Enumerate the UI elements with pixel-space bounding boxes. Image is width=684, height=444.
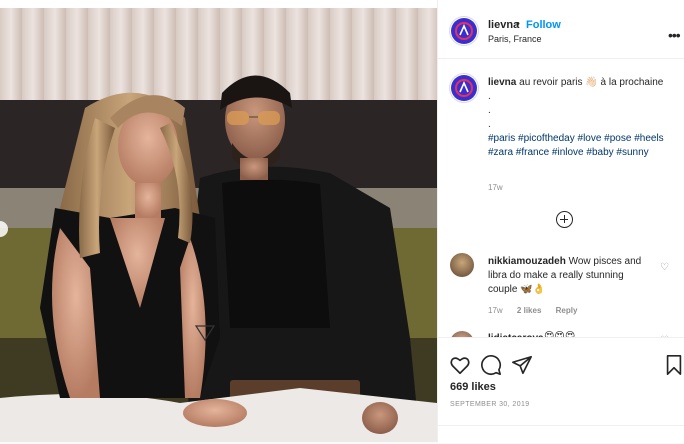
comment-reply-button[interactable]: Reply bbox=[556, 306, 578, 315]
likes-count[interactable]: 669 likes bbox=[450, 381, 496, 393]
comment-like-heart-icon[interactable]: ♡ bbox=[660, 262, 669, 273]
comment-meta: 17w 2 likes Reply bbox=[488, 306, 589, 315]
comment-body: nikkiamouzadeh Wow pisces and libra do m… bbox=[488, 255, 654, 297]
separator-dot: • bbox=[516, 18, 520, 30]
bookmark-icon[interactable] bbox=[663, 354, 684, 376]
comment-username[interactable]: nikkiamouzadeh bbox=[488, 256, 566, 267]
post-photo[interactable] bbox=[0, 8, 437, 442]
post-sidebar: lievna • Follow Paris, France ••• lievna… bbox=[437, 0, 684, 443]
comment-icon[interactable] bbox=[480, 354, 502, 376]
comments-section[interactable]: lievna au revoir paris 👋🏻 à la prochaine… bbox=[438, 59, 684, 337]
caption-hashtags[interactable]: #paris #picoftheday #love #pose #heels #… bbox=[488, 133, 664, 158]
caption-avatar[interactable] bbox=[450, 74, 478, 102]
caption-dot: . bbox=[488, 119, 491, 130]
caption: lievna au revoir paris 👋🏻 à la prochaine… bbox=[488, 76, 674, 160]
comment-likes[interactable]: 2 likes bbox=[517, 306, 541, 315]
add-comment-bar[interactable] bbox=[438, 425, 684, 444]
caption-text: au revoir paris 👋🏻 à la prochaine bbox=[519, 77, 664, 88]
username-link[interactable]: lievna bbox=[488, 19, 519, 31]
load-more-comments-icon[interactable] bbox=[556, 211, 573, 228]
more-options-icon[interactable]: ••• bbox=[668, 28, 681, 42]
action-bar: 669 likes SEPTEMBER 30, 2019 bbox=[438, 337, 684, 443]
post-modal: lievna • Follow Paris, France ••• lievna… bbox=[0, 0, 684, 443]
share-icon[interactable] bbox=[511, 354, 533, 376]
heart-icon[interactable] bbox=[449, 354, 471, 376]
location-link[interactable]: Paris, France bbox=[488, 34, 542, 44]
comment-avatar[interactable] bbox=[450, 253, 474, 277]
follow-button[interactable]: Follow bbox=[526, 19, 561, 31]
profile-avatar[interactable] bbox=[450, 17, 478, 45]
caption-timestamp[interactable]: 17w bbox=[488, 183, 503, 192]
comment-timestamp[interactable]: 17w bbox=[488, 306, 503, 315]
caption-dot: . bbox=[488, 91, 491, 102]
caption-username[interactable]: lievna bbox=[488, 77, 516, 88]
caption-dot: . bbox=[488, 105, 491, 116]
post-header: lievna • Follow Paris, France ••• bbox=[438, 8, 684, 59]
post-date[interactable]: SEPTEMBER 30, 2019 bbox=[450, 401, 530, 408]
